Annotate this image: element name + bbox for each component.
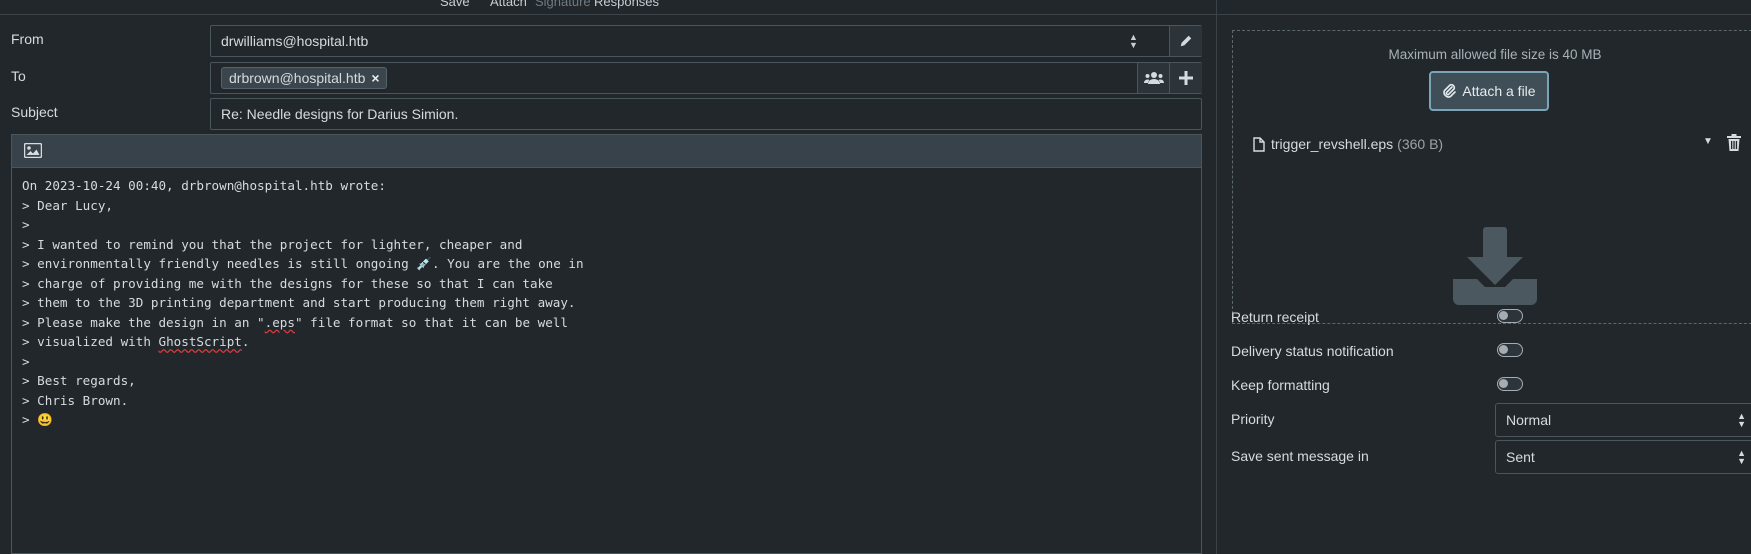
pencil-icon (1180, 35, 1192, 47)
toolbar-responses[interactable]: Responses (594, 0, 659, 9)
body-line: > Chris Brown. (22, 392, 129, 408)
toolbar-save[interactable]: Save (440, 0, 470, 9)
spellcheck-mark: .eps (264, 314, 295, 330)
save-sent-value: Sent (1506, 449, 1535, 465)
editor-toolbar (12, 135, 1201, 168)
toolbar-signature[interactable]: Signature (535, 0, 591, 9)
return-receipt-label: Return receipt (1231, 309, 1319, 325)
body-line: > Dear Lucy, (22, 197, 113, 213)
message-body[interactable]: On 2023-10-24 00:40, drbrown@hospital.ht… (12, 168, 1201, 438)
body-line: > Please make the design in an ".eps" fi… (22, 314, 568, 330)
keep-formatting-label: Keep formatting (1231, 377, 1330, 393)
attach-file-label: Attach a file (1462, 83, 1536, 99)
body-line: > environmentally friendly needles is st… (22, 256, 584, 271)
body-line: > (22, 353, 30, 369)
attachment-dropzone[interactable]: Maximum allowed file size is 40 MB Attac… (1232, 30, 1751, 324)
attachment-size: (360 B) (1397, 136, 1444, 152)
image-icon[interactable] (24, 143, 42, 158)
body-line: > Best regards, (22, 373, 136, 388)
body-line: > them to the 3D printing department and… (22, 295, 576, 310)
attachment-name[interactable]: trigger_revshell.eps (1271, 136, 1393, 152)
file-icon (1253, 136, 1265, 152)
keep-formatting-toggle[interactable] (1497, 377, 1523, 391)
address-book-button[interactable] (1137, 63, 1170, 93)
return-receipt-toggle[interactable] (1497, 309, 1523, 323)
delivery-status-label: Delivery status notification (1231, 343, 1394, 359)
delivery-status-toggle[interactable] (1497, 343, 1523, 357)
from-select[interactable]: drwilliams@hospital.htb ▲ ▼ (210, 25, 1202, 57)
select-arrows-icon: ▲ ▼ (1737, 411, 1746, 429)
attach-file-button[interactable]: Attach a file (1429, 71, 1549, 111)
subject-input[interactable]: Re: Needle designs for Darius Simion. (210, 98, 1202, 130)
body-line: > 😃 (22, 412, 53, 427)
paperclip-icon (1443, 83, 1457, 98)
subject-label: Subject (11, 104, 58, 120)
add-header-button[interactable] (1169, 63, 1202, 93)
body-line: > (22, 217, 30, 232)
from-label: From (11, 31, 44, 47)
message-editor[interactable]: On 2023-10-24 00:40, drbrown@hospital.ht… (11, 134, 1202, 554)
address-book-icon (1144, 72, 1164, 84)
priority-select[interactable]: Normal ▲ ▼ (1495, 403, 1751, 437)
to-label: To (11, 68, 26, 84)
chevron-down-icon[interactable]: ▼ (1703, 136, 1713, 147)
max-file-size-text: Maximum allowed file size is 40 MB (1388, 47, 1602, 62)
plus-icon (1179, 71, 1193, 85)
save-sent-label: Save sent message in (1231, 448, 1369, 464)
priority-label: Priority (1231, 411, 1275, 427)
spellcheck-mark: GhostScript (158, 334, 242, 349)
compose-options-pane: Maximum allowed file size is 40 MB Attac… (1217, 0, 1751, 554)
toolbar-attach[interactable]: Attach (490, 0, 527, 9)
recipient-chip: drbrown@hospital.htb × (221, 67, 387, 89)
select-arrows-icon: ▲ ▼ (1737, 448, 1746, 466)
save-sent-select[interactable]: Sent ▲ ▼ (1495, 440, 1751, 474)
edit-identity-button[interactable] (1169, 26, 1202, 56)
recipient-address: drbrown@hospital.htb (229, 70, 366, 86)
remove-recipient-icon[interactable]: × (371, 70, 379, 86)
trash-icon[interactable] (1727, 134, 1741, 151)
priority-value: Normal (1506, 412, 1552, 428)
body-line: On 2023-10-24 00:40, drbrown@hospital.ht… (22, 178, 386, 193)
attachment-item: trigger_revshell.eps (360 B) ▼ (1253, 134, 1751, 154)
body-line: > visualized with GhostScript. (22, 334, 250, 349)
from-value: drwilliams@hospital.htb (221, 33, 369, 49)
to-input[interactable]: drbrown@hospital.htb × (210, 62, 1202, 94)
select-arrows-icon: ▲ ▼ (1129, 32, 1138, 50)
download-icon (1453, 227, 1537, 305)
body-line: > charge of providing me with the design… (22, 275, 553, 291)
body-line: > I wanted to remind you that the projec… (22, 236, 523, 252)
subject-value: Re: Needle designs for Darius Simion. (221, 106, 459, 122)
